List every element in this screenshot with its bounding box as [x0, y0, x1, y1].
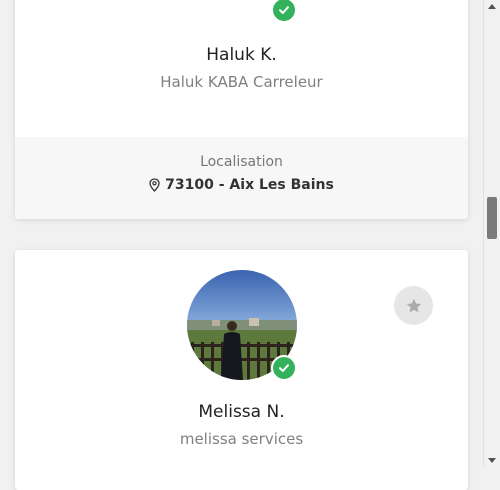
location-panel: Localisation 73100 - Aix Les Bains: [15, 137, 468, 219]
check-icon: [279, 364, 289, 372]
location-value-row: 73100 - Aix Les Bains: [15, 177, 468, 193]
scrollbar-thumb[interactable]: [487, 197, 497, 239]
favorite-button[interactable]: [394, 286, 433, 325]
artisan-name[interactable]: Haluk K.: [15, 45, 468, 65]
scrollbar[interactable]: [483, 0, 500, 467]
artisan-name[interactable]: Melissa N.: [15, 402, 468, 422]
scroll-down-arrow-icon[interactable]: [488, 458, 496, 463]
location-label: Localisation: [200, 154, 283, 170]
location-value: 73100 - Aix Les Bains: [165, 177, 334, 193]
verified-badge: [271, 0, 297, 23]
company-name: Haluk KABA Carreleur: [160, 73, 323, 91]
artisan-card[interactable]: Haluk K. Haluk KABA Carreleur Localisati…: [15, 0, 468, 219]
map-pin-icon: [149, 178, 160, 192]
scroll-up-arrow-icon[interactable]: [488, 4, 496, 9]
artisan-card[interactable]: Melissa N. melissa services: [15, 250, 468, 490]
verified-badge: [271, 355, 297, 381]
company-name: melissa services: [179, 430, 304, 448]
check-icon: [279, 6, 289, 14]
star-icon: [406, 298, 421, 312]
